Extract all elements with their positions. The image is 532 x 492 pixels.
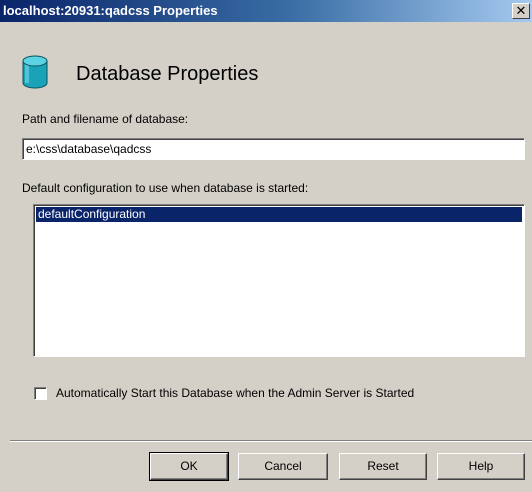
help-button[interactable]: Help	[437, 453, 525, 480]
cancel-button[interactable]: Cancel	[238, 453, 328, 480]
close-icon: ✕	[515, 3, 527, 18]
config-label: Default configuration to use when databa…	[22, 181, 309, 195]
path-label: Path and filename of database:	[22, 112, 189, 126]
list-item[interactable]: defaultConfiguration	[36, 207, 522, 222]
autostart-label: Automatically Start this Database when t…	[56, 386, 415, 400]
database-icon	[22, 55, 48, 89]
database-path-input[interactable]	[22, 138, 525, 160]
autostart-checkbox[interactable]	[34, 387, 47, 400]
configuration-list[interactable]: defaultConfiguration	[33, 204, 525, 357]
page-title: Database Properties	[76, 63, 259, 85]
properties-dialog: localhost:20931:qadcss Properties ✕ Data…	[0, 0, 532, 492]
divider	[10, 440, 532, 442]
window-title: localhost:20931:qadcss Properties	[3, 3, 218, 18]
ok-button[interactable]: OK	[149, 452, 229, 481]
title-bar[interactable]: localhost:20931:qadcss Properties ✕	[0, 0, 532, 22]
close-button[interactable]: ✕	[512, 3, 530, 19]
reset-button[interactable]: Reset	[339, 453, 427, 480]
